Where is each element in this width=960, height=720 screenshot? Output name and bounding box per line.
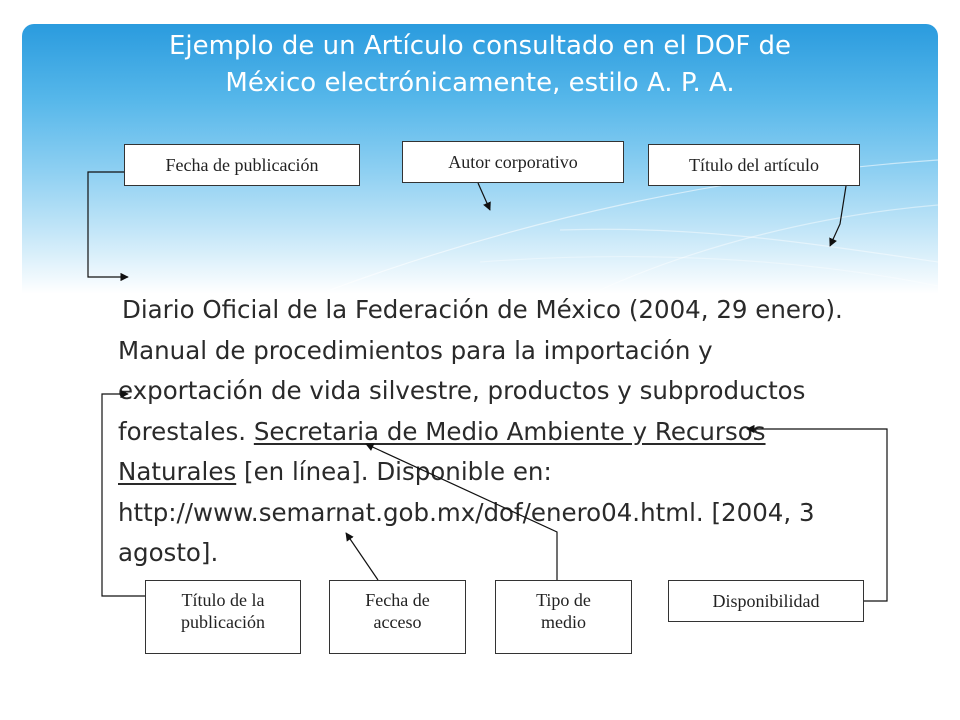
arrow-disponibilidad	[746, 424, 888, 602]
callout-arrows	[87, 171, 888, 602]
arrow-fecha-acceso	[345, 532, 379, 581]
arrow-autor-corporativo	[477, 182, 491, 211]
arrow-tipo-medio	[365, 443, 558, 580]
arrow-titulo-publicacion	[101, 389, 145, 597]
arrow-titulo-articulo	[829, 185, 847, 247]
arrow-fecha-publicacion	[87, 171, 129, 282]
